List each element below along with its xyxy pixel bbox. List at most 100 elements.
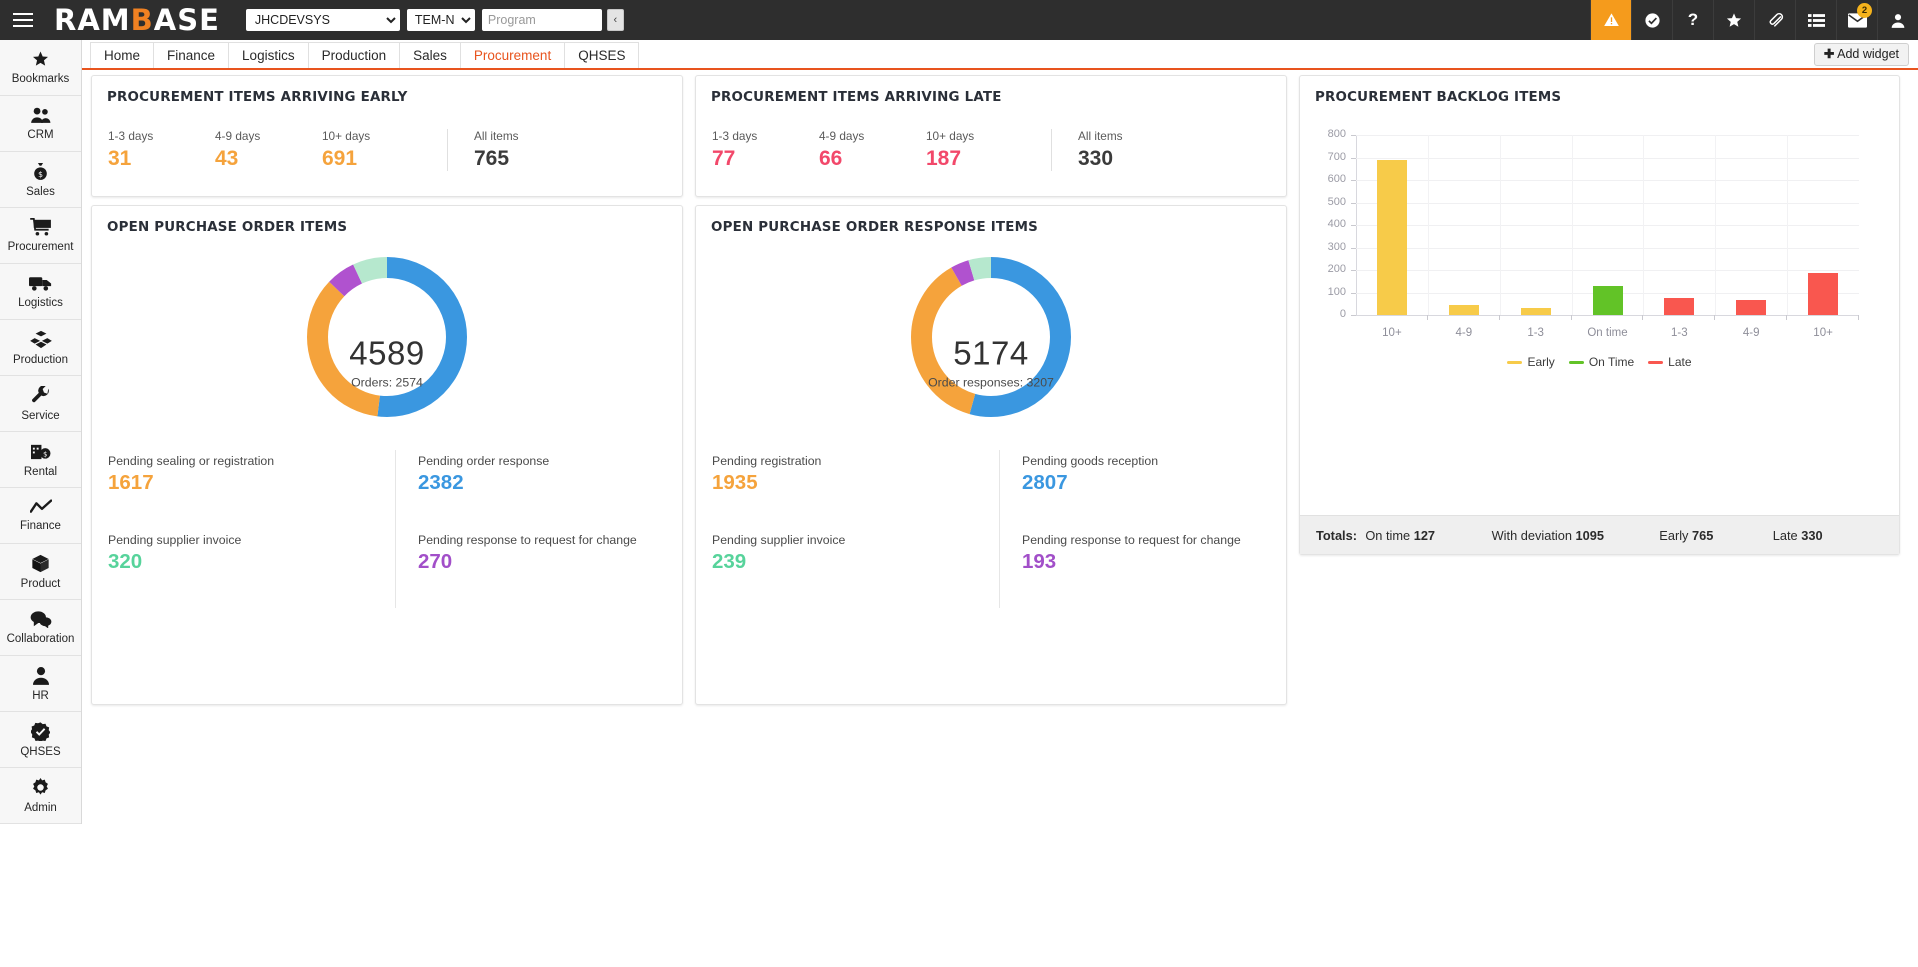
mail-icon[interactable]: 2 [1836,0,1877,40]
left-sidebar: BookmarksCRM $ Sales Procurement Logistics Pr… [0,40,82,824]
kpi-value: 187 [926,147,1033,171]
legend-swatch [1507,361,1522,364]
backlog-bar-chart[interactable]: 010020030040050060070080010+4-91-3On tim… [1300,127,1899,377]
check-badge-icon[interactable] [1631,0,1672,40]
gridline-vertical [1787,135,1788,315]
x-axis [1356,315,1859,316]
paperclip-icon[interactable] [1754,0,1795,40]
user-icon[interactable] [1877,0,1918,40]
sidebar-item-product[interactable]: Product [0,544,81,600]
kpi-late-1-3[interactable]: 1-3 days 77 [712,129,819,171]
y-tick-label: 200 [1318,263,1346,275]
tab-logistics[interactable]: Logistics [228,42,309,68]
sidebar-item-admin[interactable]: Admin [0,768,81,824]
gridline [1356,158,1859,159]
sidebar-item-service[interactable]: Service [0,376,81,432]
svg-text:$: $ [38,169,43,178]
program-input[interactable] [482,9,602,31]
warning-icon[interactable] [1590,0,1631,40]
x-tick-label: On time [1568,327,1648,339]
x-tick-mark [1786,315,1787,320]
widget-title: PROCUREMENT ITEMS ARRIVING LATE [696,76,1286,105]
bar-2[interactable] [1521,308,1551,315]
stat-pending-sealing-or-registration[interactable]: Pending sealing or registration 1617 [108,450,395,529]
stat-pending-goods-reception[interactable]: Pending goods reception 2807 [999,450,1286,529]
bar-0[interactable] [1377,160,1407,315]
sidebar-item-logistics[interactable]: Logistics [0,264,81,320]
kpi-early-4-9[interactable]: 4-9 days 43 [215,129,322,171]
company-select[interactable]: JHCDEVSYS [246,9,400,31]
tab-qhses[interactable]: QHSES [564,42,639,68]
donut-chart-open-po-response-items[interactable]: 5174 Order responses: 3207 [696,235,1286,450]
stat-pending-registration[interactable]: Pending registration 1935 [712,450,999,529]
kpi-late-10plus[interactable]: 10+ days 187 [926,129,1033,171]
sidebar-item-rental[interactable]: $Rental [0,432,81,488]
dashboard: PROCUREMENT ITEMS ARRIVING EARLY 1-3 day… [82,72,1918,967]
kpi-early-10plus[interactable]: 10+ days 691 [322,129,429,171]
stat-value: 320 [108,550,395,574]
x-tick-label: 1-3 [1496,327,1576,339]
y-tick-label: 600 [1318,173,1346,185]
sidebar-item-qhses[interactable]: QHSES [0,712,81,768]
sidebar-item-procurement[interactable]: Procurement [0,208,81,264]
widget-procurement-items-arriving-early[interactable]: PROCUREMENT ITEMS ARRIVING EARLY 1-3 day… [91,75,683,197]
rental-icon: $ [30,442,51,465]
sidebar-item-sales[interactable]: $ Sales [0,152,81,208]
bar-4[interactable] [1664,298,1694,315]
stat-pending-order-response[interactable]: Pending order response 2382 [395,450,682,529]
stat-value: 193 [1022,550,1286,574]
stat-pending-response-to-request-for-change[interactable]: Pending response to request for change 1… [999,529,1286,608]
kpi-early-1-3[interactable]: 1-3 days 31 [108,129,215,171]
kpi-late-all[interactable]: All items 330 [1051,129,1181,171]
star-icon[interactable] [1713,0,1754,40]
legend-swatch [1648,361,1663,364]
total-label: With deviation [1492,528,1572,543]
x-tick-mark [1499,315,1500,320]
bar-3[interactable] [1593,286,1623,315]
hamburger-menu-icon[interactable] [0,0,46,40]
legend-item-early[interactable]: Early [1507,355,1554,369]
logo-text-b: B [131,3,154,37]
y-tick-label: 100 [1318,286,1346,298]
stat-pending-supplier-invoice[interactable]: Pending supplier invoice 320 [108,529,395,608]
sidebar-item-finance[interactable]: Finance [0,488,81,544]
module-tab-bar: HomeFinanceLogisticsProductionSalesProcu… [82,40,1918,70]
tab-home[interactable]: Home [90,42,154,68]
y-tick-label: 400 [1318,218,1346,230]
sidebar-item-collaboration[interactable]: Collaboration [0,600,81,656]
kpi-early-all[interactable]: All items 765 [447,129,577,171]
stat-pending-response-to-request-for-change[interactable]: Pending response to request for change 2… [395,529,682,608]
widget-title: PROCUREMENT ITEMS ARRIVING EARLY [92,76,682,105]
legend-item-on-time[interactable]: On Time [1569,355,1634,369]
stat-pending-supplier-invoice[interactable]: Pending supplier invoice 239 [712,529,999,608]
sidebar-item-crm[interactable]: CRM [0,96,81,152]
sidebar-item-bookmarks[interactable]: Bookmarks [0,40,81,96]
sidebar-item-hr[interactable]: HR [0,656,81,712]
widget-procurement-items-arriving-late[interactable]: PROCUREMENT ITEMS ARRIVING LATE 1-3 days… [695,75,1287,197]
top-bar-icons: ? 2 [1590,0,1918,40]
sidebar-item-label: Finance [20,520,61,532]
widget-open-purchase-order-response-items[interactable]: OPEN PURCHASE ORDER RESPONSE ITEMS 5174 … [695,205,1287,705]
collapse-toggle-button[interactable]: ‹ [607,9,624,31]
bar-1[interactable] [1449,305,1479,315]
list-icon[interactable] [1795,0,1836,40]
tab-finance[interactable]: Finance [153,42,229,68]
add-widget-button[interactable]: ✚ Add widget [1814,43,1909,66]
language-select[interactable]: TEM-NO [407,9,475,31]
legend-item-late[interactable]: Late [1648,355,1691,369]
tab-procurement[interactable]: Procurement [460,42,565,68]
widget-open-purchase-order-items[interactable]: OPEN PURCHASE ORDER ITEMS 4589 Orders: 2… [91,205,683,705]
bar-5[interactable] [1736,300,1766,315]
tab-sales[interactable]: Sales [399,42,461,68]
widget-procurement-backlog-items[interactable]: PROCUREMENT BACKLOG ITEMS 01002003004005… [1299,75,1900,555]
sidebar-item-label: Logistics [18,297,63,309]
tab-production[interactable]: Production [308,42,401,68]
x-tick-mark [1858,315,1859,320]
sidebar-item-production[interactable]: Production [0,320,81,376]
help-icon[interactable]: ? [1672,0,1713,40]
kpi-late-4-9[interactable]: 4-9 days 66 [819,129,926,171]
sidebar-item-label: Sales [26,186,55,198]
bar-6[interactable] [1808,273,1838,315]
total-on-time: On time 127 [1365,528,1491,543]
donut-chart-open-po-items[interactable]: 4589 Orders: 2574 [92,235,682,450]
